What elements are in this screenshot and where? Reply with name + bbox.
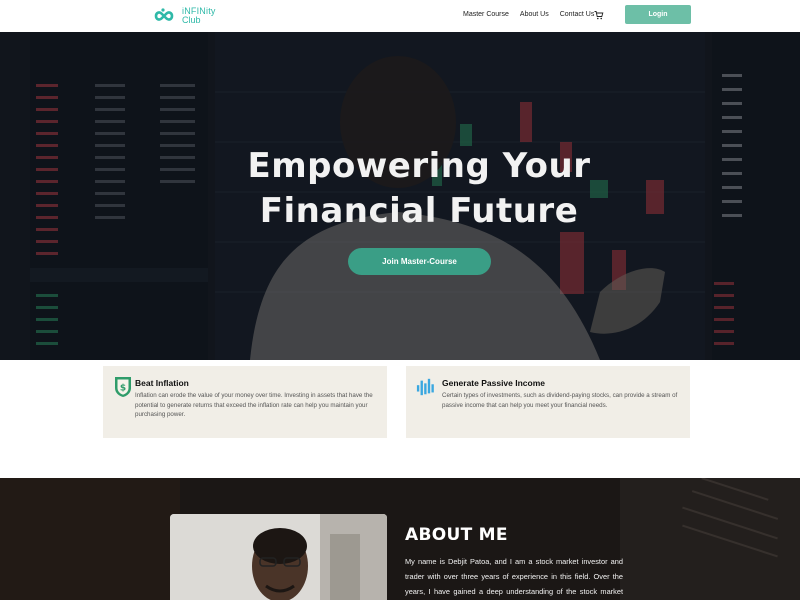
about-title: ABOUT ME xyxy=(405,525,508,545)
login-button[interactable]: Login xyxy=(625,5,691,24)
nav-link-about-us[interactable]: About Us xyxy=(520,11,549,18)
join-master-course-button[interactable]: Join Master-Course xyxy=(348,248,491,275)
bar-chart-icon xyxy=(416,378,434,396)
feature-card-passive-income: Generate Passive Income Certain types of… xyxy=(406,366,690,438)
feature-title: Beat Inflation xyxy=(135,378,189,388)
about-background-image xyxy=(0,478,800,600)
logo-text: iNFINity Club xyxy=(182,7,216,25)
feature-card-beat-inflation: $ Beat Inflation Inflation can erode the… xyxy=(103,366,387,438)
about-text: My name is Debjit Patoa, and I am a stoc… xyxy=(405,557,623,596)
about-section: ABOUT ME My name is Debjit Patoa, and I … xyxy=(0,478,800,600)
svg-text:$: $ xyxy=(120,384,126,394)
cart-icon[interactable] xyxy=(594,10,604,20)
infinity-logo-icon xyxy=(154,8,174,21)
nav-link-contact-us[interactable]: Contact Us xyxy=(560,11,595,18)
logo[interactable]: iNFINity Club xyxy=(148,4,216,28)
hero-title: Empowering Your Financial Future xyxy=(0,144,800,234)
nav-links: Master Course About Us Contact Us xyxy=(463,11,594,18)
feature-title: Generate Passive Income xyxy=(442,378,546,388)
hero-section: Empowering Your Financial Future Join Ma… xyxy=(0,32,800,360)
hero-title-line-1: Empowering Your xyxy=(247,146,591,186)
logo-line-2: Club xyxy=(182,15,201,25)
profile-photo xyxy=(170,514,387,600)
top-navbar: iNFINity Club Master Course About Us Con… xyxy=(0,0,800,32)
shield-dollar-icon: $ xyxy=(115,377,131,397)
hero-title-line-2: Financial Future xyxy=(259,191,579,231)
nav-link-master-course[interactable]: Master Course xyxy=(463,11,509,18)
feature-text: Inflation can erode the value of your mo… xyxy=(135,392,373,418)
feature-text: Certain types of investments, such as di… xyxy=(442,392,678,409)
